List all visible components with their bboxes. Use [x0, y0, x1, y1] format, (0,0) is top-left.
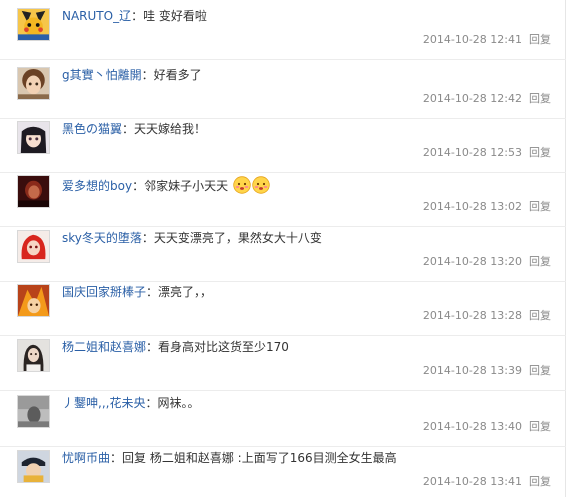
reply-link[interactable]: 回复 — [529, 146, 551, 159]
avatar[interactable] — [17, 284, 50, 317]
avatar[interactable] — [17, 8, 50, 41]
timestamp: 2014-10-28 12:41 — [422, 33, 522, 46]
woman-photo-avatar-icon — [18, 340, 49, 371]
comment-meta: 2014-10-28 13:41 回复 — [423, 476, 551, 488]
naruto-pokemon-avatar-icon — [18, 9, 49, 40]
comment-meta: 2014-10-28 13:40 回复 — [423, 421, 551, 433]
comment-row: 国庆回家掰棒子：漂亮了，， 2014-10-28 13:28 回复 — [0, 276, 566, 336]
comment-line: sky冬天的堕落：天天变漂亮了，果然女大十八变 — [62, 231, 322, 245]
comment-row: 爱多想的boy：邻家妹子小天天 2014-10-28 13:02 回复 — [0, 167, 566, 227]
comment-line: 杨二姐和赵喜娜：看身高对比这货至少170 — [62, 340, 289, 354]
comment-line: NARUTO_辽：哇 变好看啦 — [62, 9, 207, 23]
separator: ： — [132, 179, 145, 193]
timestamp: 2014-10-28 13:39 — [422, 364, 522, 377]
reply-link[interactable]: 回复 — [529, 255, 551, 268]
avatar[interactable] — [17, 175, 50, 208]
comment-line: g其實丶怕離開：好看多了 — [62, 68, 202, 82]
username-link[interactable]: sky冬天的堕落 — [62, 231, 142, 245]
comment-line: 国庆回家掰棒子：漂亮了，， — [62, 285, 212, 299]
separator: ： — [122, 122, 135, 136]
comment-text: 回复 杨二姐和赵喜娜 :上面写了166目测全女生最高 — [122, 451, 397, 465]
reply-link[interactable]: 回复 — [529, 420, 551, 433]
timestamp: 2014-10-28 13:20 — [422, 255, 522, 268]
comment-row: 忧啊币曲：回复 杨二姐和赵喜娜 :上面写了166目测全女生最高 2014-10-… — [0, 442, 566, 497]
comment-row: NARUTO_辽：哇 变好看啦 2014-10-28 12:41 回复 — [0, 0, 566, 60]
timestamp: 2014-10-28 12:42 — [422, 92, 522, 105]
reply-link[interactable]: 回复 — [529, 309, 551, 322]
dark-red-avatar-icon — [18, 176, 49, 207]
separator: ： — [145, 396, 158, 410]
pirate-anime-avatar-icon — [18, 451, 49, 482]
orange-anime-avatar-icon — [18, 285, 49, 316]
comment-text: 漂亮了，， — [158, 285, 213, 299]
comment-list: NARUTO_辽：哇 变好看啦 2014-10-28 12:41 回复 g其實丶怕… — [0, 0, 566, 497]
comment-meta: 2014-10-28 12:42 回复 — [423, 93, 551, 105]
separator: ： — [141, 68, 154, 82]
timestamp: 2014-10-28 13:28 — [422, 309, 522, 322]
separator: ： — [146, 340, 159, 354]
avatar[interactable] — [17, 67, 50, 100]
comment-text: 看身高对比这货至少170 — [158, 340, 289, 354]
comment-text: 邻家妹子小天天 — [144, 179, 229, 193]
separator: ： — [141, 231, 154, 245]
reply-link[interactable]: 回复 — [529, 33, 551, 46]
comment-meta: 2014-10-28 13:20 回复 — [423, 256, 551, 268]
comment-meta: 2014-10-28 13:39 回复 — [423, 365, 551, 377]
username-link[interactable]: 丿鑋呻,,,花未央 — [62, 396, 145, 410]
comment-row: 杨二姐和赵喜娜：看身高对比这货至少170 2014-10-28 13:39 回复 — [0, 331, 566, 391]
comment-text: 网袜。。 — [157, 396, 200, 410]
comment-line: 黑色の猫翼：天天嫁给我！ — [62, 122, 206, 136]
reply-link[interactable]: 回复 — [529, 92, 551, 105]
username-link[interactable]: g其實丶怕離開 — [62, 68, 142, 82]
comment-row: sky冬天的堕落：天天变漂亮了，果然女大十八变 2014-10-28 13:20… — [0, 222, 566, 282]
comment-row: g其實丶怕離開：好看多了 2014-10-28 12:42 回复 — [0, 59, 566, 119]
comment-line: 忧啊币曲：回复 杨二姐和赵喜娜 :上面写了166目测全女生最高 — [62, 451, 397, 465]
comment-line: 丿鑋呻,,,花未央：网袜。。 — [62, 396, 199, 410]
avatar[interactable] — [17, 395, 50, 428]
comment-row: 丿鑋呻,,,花未央：网袜。。 2014-10-28 13:40 回复 — [0, 387, 566, 447]
timestamp: 2014-10-28 13:40 — [422, 420, 522, 433]
comment-meta: 2014-10-28 13:28 回复 — [423, 310, 551, 322]
reply-link[interactable]: 回复 — [529, 364, 551, 377]
red-hair-avatar-icon — [18, 231, 49, 262]
avatar[interactable] — [17, 339, 50, 372]
comment-text: 好看多了 — [153, 68, 202, 82]
brown-hair-girl-avatar-icon — [18, 68, 49, 99]
comment-text: 天天变漂亮了，果然女大十八变 — [153, 231, 322, 245]
separator: ： — [131, 9, 144, 23]
comment-text: 哇 变好看啦 — [143, 9, 207, 23]
anime-girl-avatar-icon — [18, 122, 49, 153]
comment-line: 爱多想的boy：邻家妹子小天天 — [62, 176, 270, 194]
username-link[interactable]: 爱多想的boy — [62, 179, 132, 193]
timestamp: 2014-10-28 13:41 — [422, 475, 522, 488]
username-link[interactable]: 黑色の猫翼 — [62, 122, 122, 136]
separator: ： — [110, 451, 123, 465]
comment-meta: 2014-10-28 13:02 回复 — [423, 201, 551, 213]
timestamp: 2014-10-28 13:02 — [422, 200, 522, 213]
username-link[interactable]: NARUTO_辽 — [62, 9, 131, 23]
comment-text: 天天嫁给我！ — [134, 122, 207, 136]
shy-face-emoji-icon — [252, 176, 270, 194]
comment-row: 黑色の猫翼：天天嫁给我！ 2014-10-28 12:53 回复 — [0, 113, 566, 173]
comment-meta: 2014-10-28 12:41 回复 — [423, 34, 551, 46]
shy-face-emoji-icon — [233, 176, 251, 194]
avatar[interactable] — [17, 230, 50, 263]
avatar[interactable] — [17, 450, 50, 483]
comment-meta: 2014-10-28 12:53 回复 — [423, 147, 551, 159]
reply-link[interactable]: 回复 — [529, 200, 551, 213]
username-link[interactable]: 忧啊币曲 — [62, 451, 110, 465]
username-link[interactable]: 杨二姐和赵喜娜 — [62, 340, 146, 354]
timestamp: 2014-10-28 12:53 — [422, 146, 522, 159]
grayscale-avatar-icon — [18, 396, 49, 427]
avatar[interactable] — [17, 121, 50, 154]
username-link[interactable]: 国庆回家掰棒子 — [62, 285, 146, 299]
reply-link[interactable]: 回复 — [529, 475, 551, 488]
separator: ： — [146, 285, 159, 299]
